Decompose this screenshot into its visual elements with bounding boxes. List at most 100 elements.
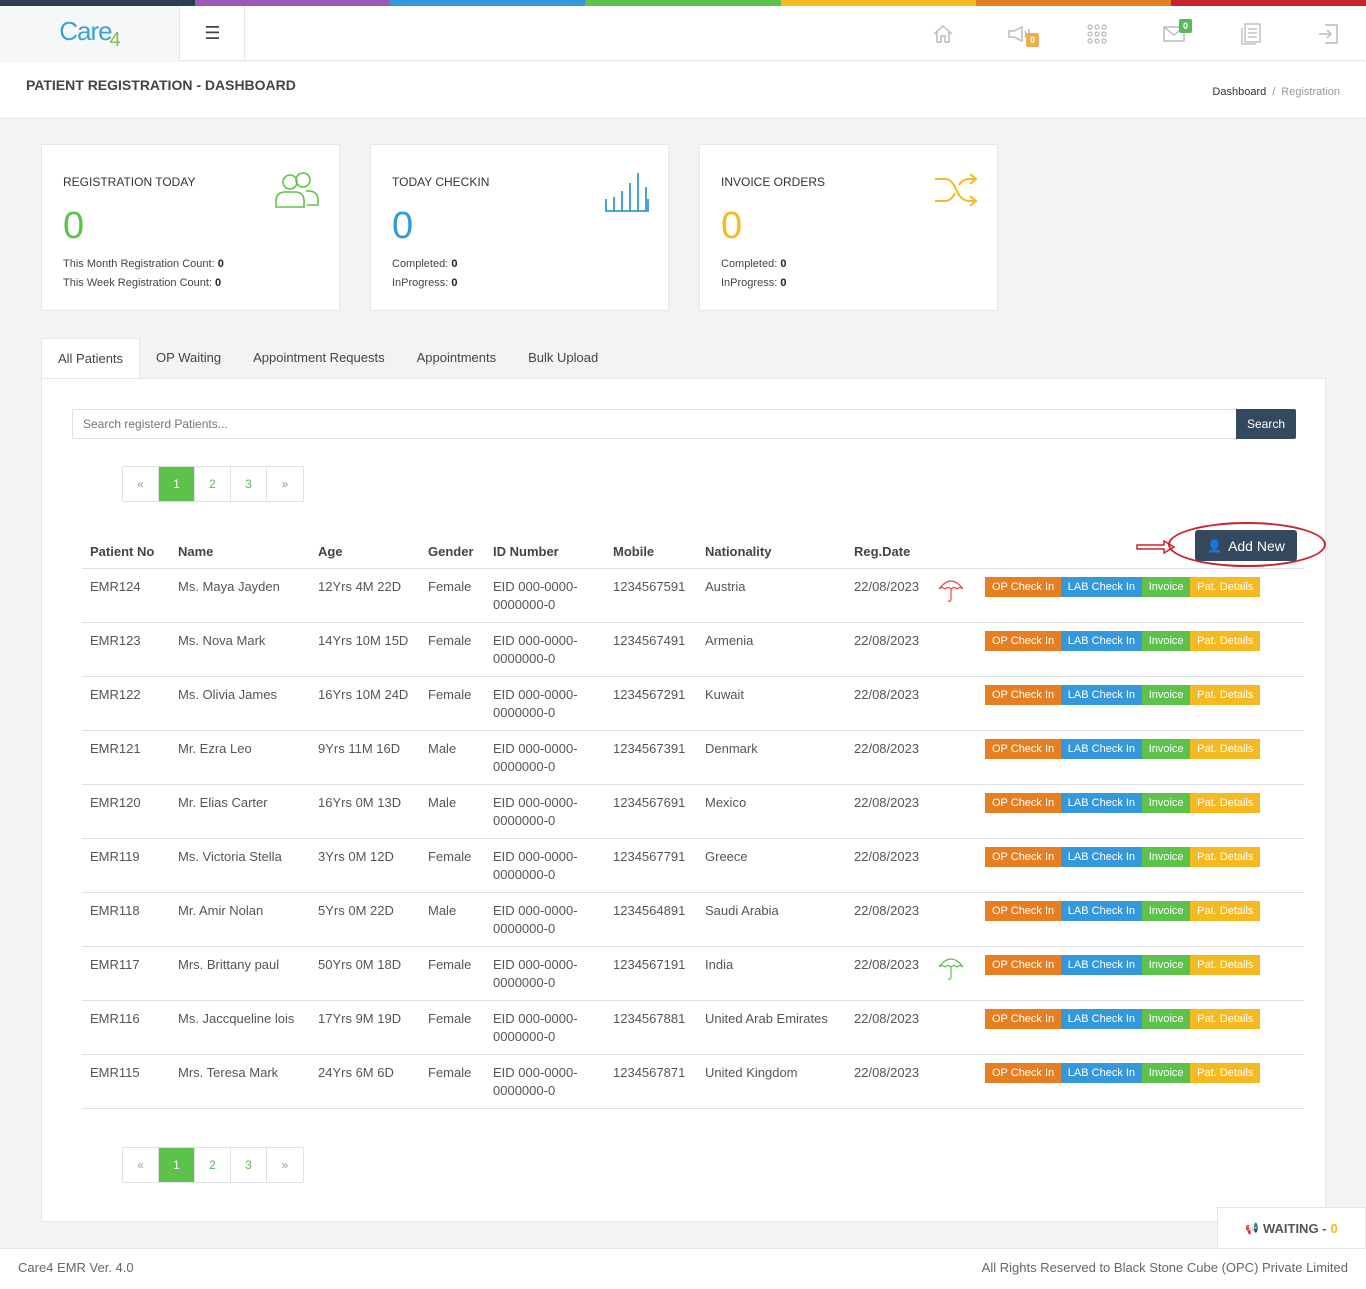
insurance-umbrella-icon[interactable] — [937, 955, 965, 981]
cell-insurance — [933, 622, 977, 677]
invoice-button[interactable]: Invoice — [1141, 1063, 1191, 1083]
cell-gender: Female — [420, 622, 485, 677]
lab-check-in-button[interactable]: LAB Check In — [1060, 577, 1143, 597]
cell-patient-no: EMR124 — [82, 568, 170, 623]
cell-insurance — [933, 838, 977, 893]
insurance-umbrella-icon[interactable] — [937, 577, 965, 603]
invoice-button[interactable]: Invoice — [1141, 685, 1191, 705]
lab-check-in-button[interactable]: LAB Check In — [1060, 685, 1143, 705]
op-check-in-button[interactable]: OP Check In — [985, 631, 1062, 651]
cell-patient-no: EMR120 — [82, 784, 170, 839]
invoice-button[interactable]: Invoice — [1141, 793, 1191, 813]
cell-nationality: Austria — [697, 568, 846, 623]
op-check-in-button[interactable]: OP Check In — [985, 901, 1062, 921]
invoice-button[interactable]: Invoice — [1141, 1009, 1191, 1029]
cell-insurance — [933, 1054, 977, 1109]
cell-age: 17Yrs 9M 19D — [310, 1000, 420, 1055]
users-icon — [273, 171, 321, 212]
search-input[interactable] — [72, 409, 1236, 439]
invoice-button[interactable]: Invoice — [1141, 955, 1191, 975]
invoice-button[interactable]: Invoice — [1141, 847, 1191, 867]
col-gender[interactable]: Gender — [420, 538, 485, 569]
menu-toggle-button[interactable]: ☰ — [181, 6, 245, 61]
lab-check-in-button[interactable]: LAB Check In — [1060, 847, 1143, 867]
pat-details-button[interactable]: Pat. Details — [1190, 739, 1261, 759]
pat-details-button[interactable]: Pat. Details — [1190, 793, 1261, 813]
op-check-in-button[interactable]: OP Check In — [985, 1009, 1062, 1029]
cell-nationality: Denmark — [697, 730, 846, 785]
pagination-page-3[interactable]: 3 — [231, 467, 267, 501]
report-icon[interactable] — [1212, 6, 1289, 61]
pat-details-button[interactable]: Pat. Details — [1190, 1009, 1261, 1029]
lab-check-in-button[interactable]: LAB Check In — [1060, 793, 1143, 813]
tab-appointment-requests[interactable]: Appointment Requests — [237, 338, 401, 379]
lab-check-in-button[interactable]: LAB Check In — [1060, 739, 1143, 759]
tab-appointments[interactable]: Appointments — [401, 338, 513, 379]
home-icon[interactable] — [904, 6, 981, 61]
table-row: EMR124 Ms. Maya Jayden 12Yrs 4M 22D Female E… — [82, 568, 1304, 623]
lab-check-in-button[interactable]: LAB Check In — [1060, 631, 1143, 651]
mail-icon[interactable]: 0 — [1135, 6, 1212, 61]
col-nationality[interactable]: Nationality — [697, 538, 846, 569]
invoice-button[interactable]: Invoice — [1141, 577, 1191, 597]
op-check-in-button[interactable]: OP Check In — [985, 577, 1062, 597]
apps-grid-icon[interactable] — [1058, 6, 1135, 61]
op-check-in-button[interactable]: OP Check In — [985, 1063, 1062, 1083]
op-check-in-button[interactable]: OP Check In — [985, 847, 1062, 867]
pagination-page-3[interactable]: 3 — [231, 1148, 267, 1182]
pagination-prev[interactable]: « — [123, 1148, 159, 1182]
stat-card-invoice-orders: INVOICE ORDERS 0 Completed: 0 InProgress… — [699, 144, 998, 311]
logo[interactable]: Care4 — [0, 6, 180, 61]
pagination-next[interactable]: » — [267, 1148, 303, 1182]
cell-mobile: 1234564891 — [605, 892, 697, 947]
cell-patient-no: EMR117 — [82, 946, 170, 1001]
col-patient-no[interactable]: Patient No — [82, 538, 170, 569]
pat-details-button[interactable]: Pat. Details — [1190, 631, 1261, 651]
invoice-button[interactable]: Invoice — [1141, 631, 1191, 651]
tab-op-waiting[interactable]: OP Waiting — [140, 338, 237, 379]
cell-actions: OP Check In LAB Check In Invoice Pat. De… — [977, 568, 1304, 623]
col-id-number[interactable]: ID Number — [485, 538, 605, 569]
pat-details-button[interactable]: Pat. Details — [1190, 847, 1261, 867]
pat-details-button[interactable]: Pat. Details — [1190, 955, 1261, 975]
waiting-indicator[interactable]: 📢 WAITING -0 — [1217, 1207, 1366, 1249]
logout-icon[interactable] — [1289, 6, 1366, 61]
stat-value: 0 — [392, 205, 414, 247]
tab-bulk-upload[interactable]: Bulk Upload — [512, 338, 614, 379]
cell-nationality: Kuwait — [697, 676, 846, 731]
op-check-in-button[interactable]: OP Check In — [985, 685, 1062, 705]
op-check-in-button[interactable]: OP Check In — [985, 955, 1062, 975]
pagination-page-1[interactable]: 1 — [159, 1148, 195, 1182]
pagination-prev[interactable]: « — [123, 467, 159, 501]
lab-check-in-button[interactable]: LAB Check In — [1060, 1009, 1143, 1029]
col-reg-date[interactable]: Reg.Date — [846, 538, 933, 569]
stat-line-1: Completed: 0 — [721, 258, 787, 270]
pagination-page-2[interactable]: 2 — [195, 467, 231, 501]
lab-check-in-button[interactable]: LAB Check In — [1060, 955, 1143, 975]
col-mobile[interactable]: Mobile — [605, 538, 697, 569]
cell-insurance — [933, 568, 977, 623]
lab-check-in-button[interactable]: LAB Check In — [1060, 901, 1143, 921]
lab-check-in-button[interactable]: LAB Check In — [1060, 1063, 1143, 1083]
pat-details-button[interactable]: Pat. Details — [1190, 685, 1261, 705]
pagination-page-2[interactable]: 2 — [195, 1148, 231, 1182]
announcement-badge: 0 — [1026, 33, 1040, 47]
tab-all-patients[interactable]: All Patients — [41, 338, 141, 380]
shuffle-icon — [933, 171, 979, 212]
pat-details-button[interactable]: Pat. Details — [1190, 577, 1261, 597]
op-check-in-button[interactable]: OP Check In — [985, 739, 1062, 759]
cell-insurance — [933, 730, 977, 785]
pagination-page-1[interactable]: 1 — [159, 467, 195, 501]
op-check-in-button[interactable]: OP Check In — [985, 793, 1062, 813]
pat-details-button[interactable]: Pat. Details — [1190, 1063, 1261, 1083]
col-name[interactable]: Name — [170, 538, 310, 569]
col-age[interactable]: Age — [310, 538, 420, 569]
cell-patient-no: EMR121 — [82, 730, 170, 785]
breadcrumb-dashboard[interactable]: Dashboard — [1212, 86, 1266, 98]
pagination-next[interactable]: » — [267, 467, 303, 501]
search-button[interactable]: Search — [1236, 409, 1296, 439]
megaphone-icon[interactable]: 0 — [981, 6, 1058, 61]
invoice-button[interactable]: Invoice — [1141, 739, 1191, 759]
pat-details-button[interactable]: Pat. Details — [1190, 901, 1261, 921]
invoice-button[interactable]: Invoice — [1141, 901, 1191, 921]
